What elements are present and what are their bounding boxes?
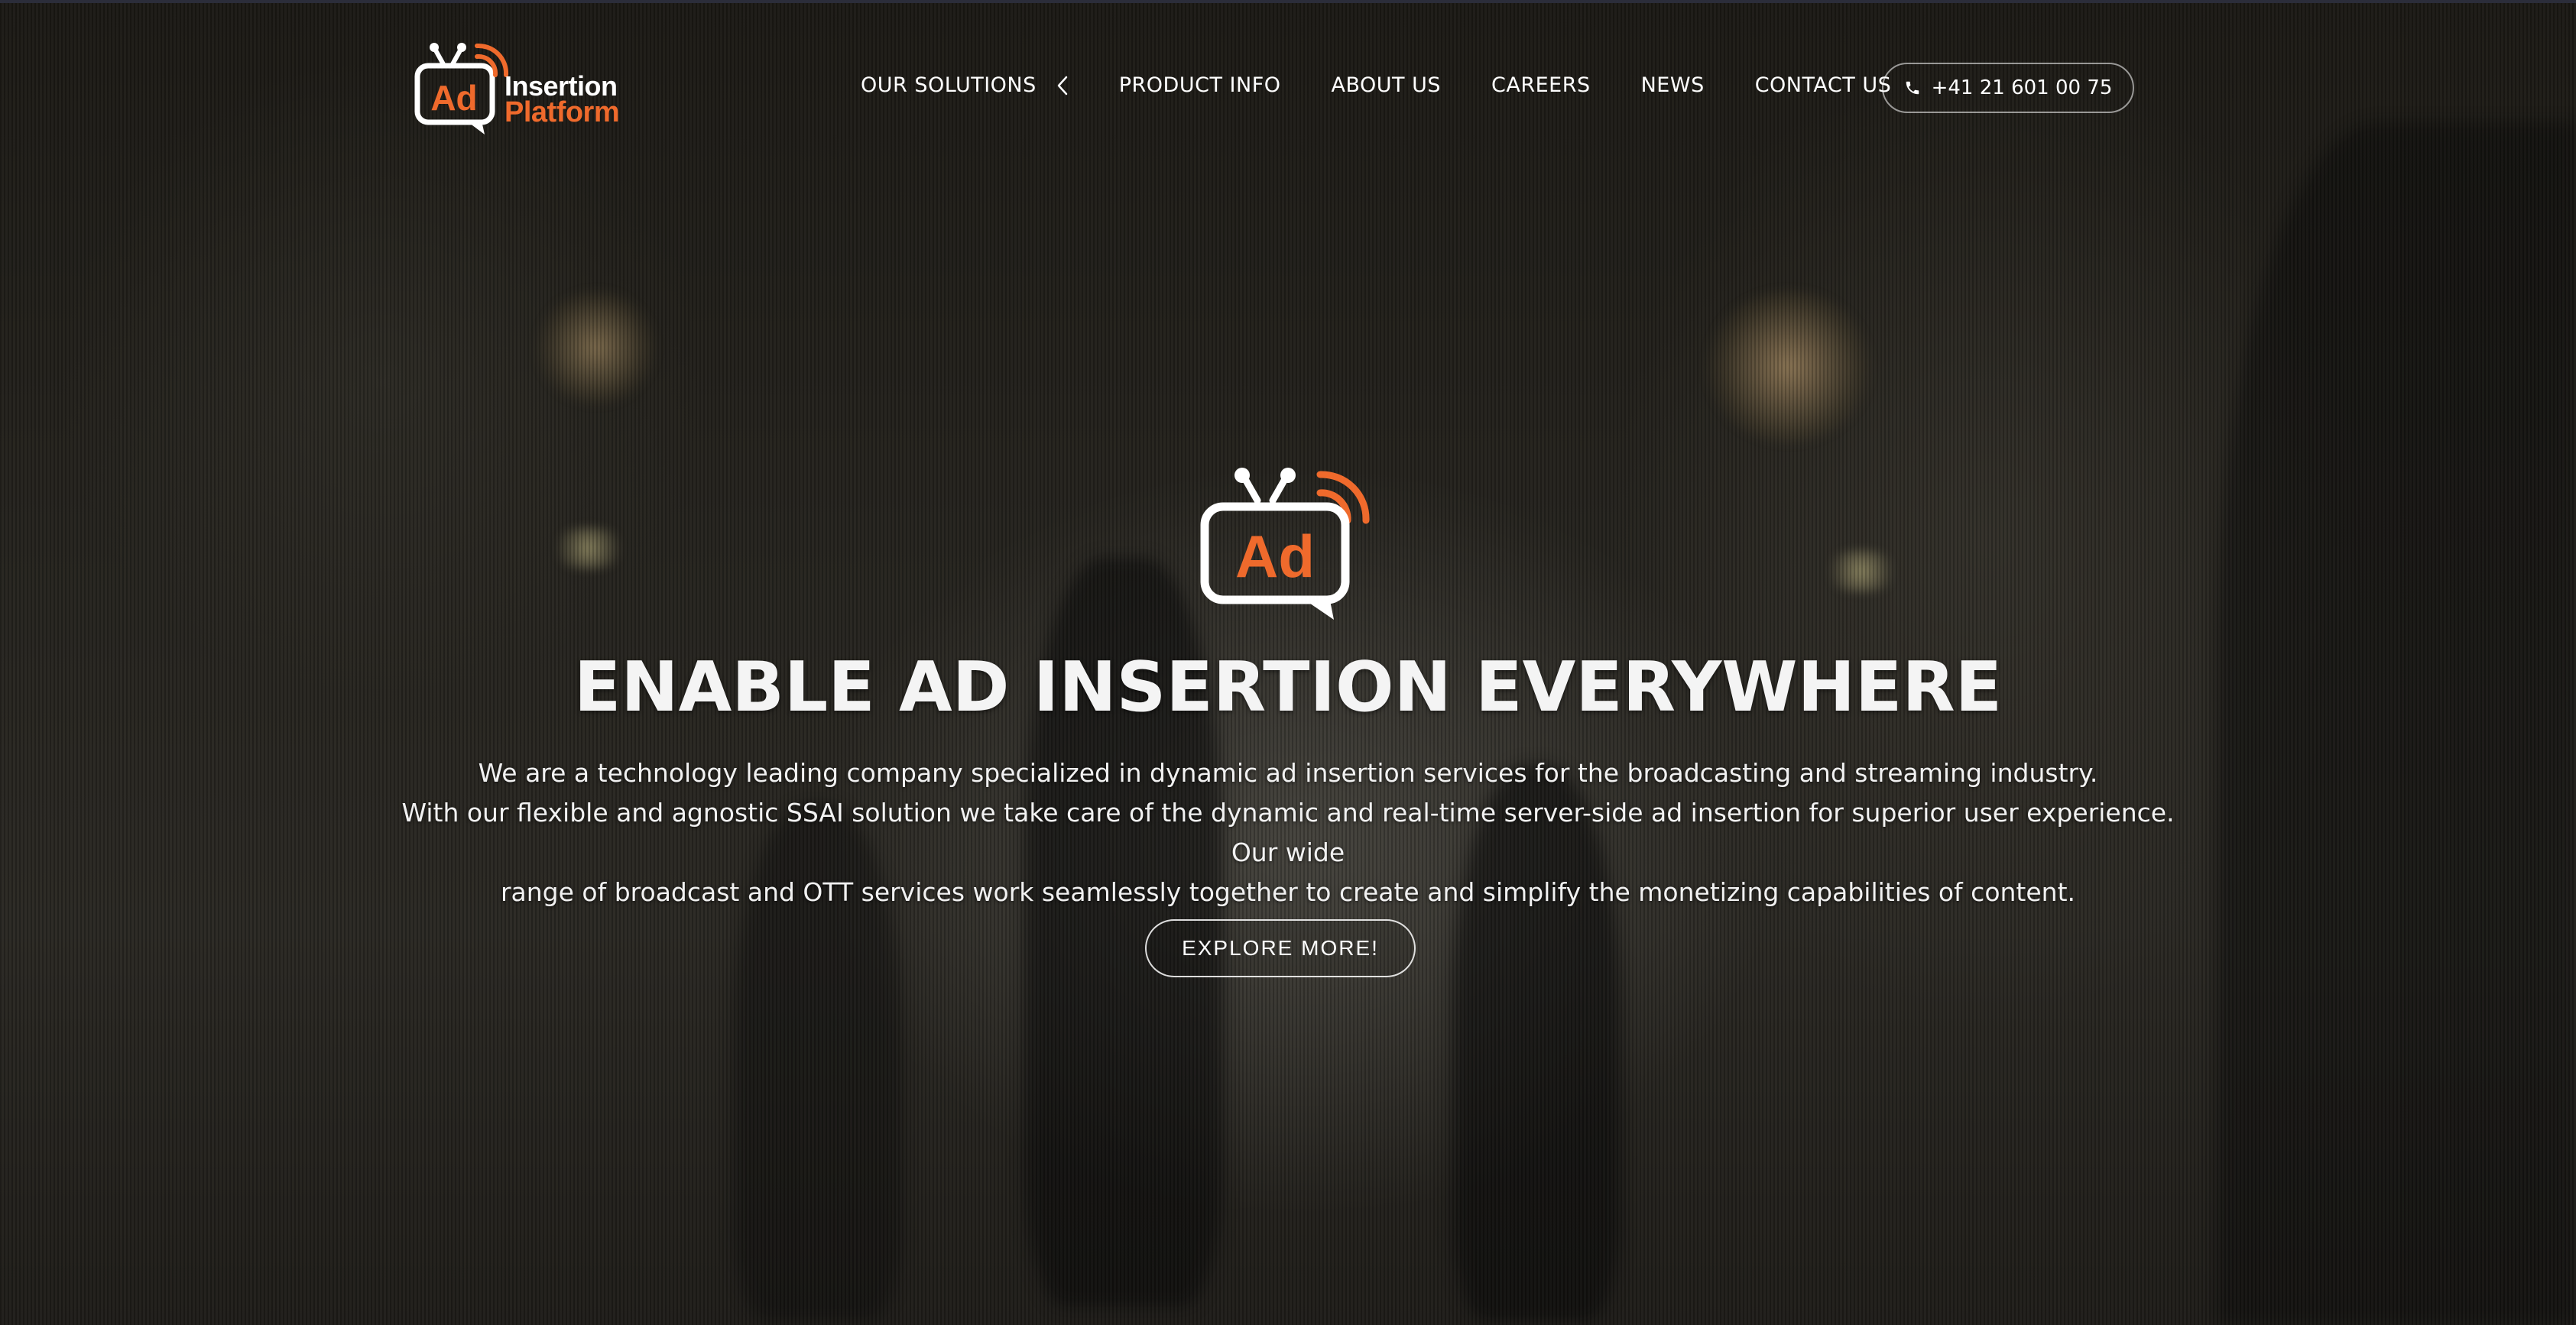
nav-item-label: NEWS xyxy=(1640,73,1705,97)
nav-item-label: PRODUCT INFO xyxy=(1118,73,1281,97)
nav-item-our-solutions[interactable]: OUR SOLUTIONS xyxy=(861,73,1069,97)
logo-word-insertion: Insertion xyxy=(504,70,618,102)
nav-item-label: OUR SOLUTIONS xyxy=(861,73,1037,97)
phone-icon xyxy=(1906,81,1919,95)
hero-logo-badge-text: Ad xyxy=(1235,523,1315,590)
nav-item-label: ABOUT US xyxy=(1331,73,1441,97)
site-header: Ad Insertion Platform OUR SOLUTIONS PROD… xyxy=(0,0,2576,177)
site-logo[interactable]: Ad Insertion Platform xyxy=(413,40,634,139)
logo-badge-text: Ad xyxy=(430,78,477,118)
logo-wordmark: Insertion Platform xyxy=(504,70,620,128)
page: Ad Insertion Platform OUR SOLUTIONS PROD… xyxy=(0,0,2576,1325)
phone-button[interactable]: +41 21 601 00 75 xyxy=(1882,63,2134,113)
main-nav: OUR SOLUTIONS PRODUCT INFO ABOUT US CARE… xyxy=(861,73,1891,97)
nav-item-news[interactable]: NEWS xyxy=(1641,73,1705,97)
nav-item-label: CONTACT US xyxy=(1754,73,1892,97)
hero-description: We are a technology leading company spec… xyxy=(390,753,2186,912)
chevron-left-icon[interactable] xyxy=(1056,75,1069,96)
nav-item-about-us[interactable]: ABOUT US xyxy=(1331,73,1441,97)
hero-description-line: With our flexible and agnostic SSAI solu… xyxy=(401,798,2175,867)
hero-description-line: We are a technology leading company spec… xyxy=(478,758,2098,788)
hero-description-line: range of broadcast and OTT services work… xyxy=(500,877,2076,907)
nav-item-label: CAREERS xyxy=(1491,73,1591,97)
nav-item-product-info[interactable]: PRODUCT INFO xyxy=(1119,73,1281,97)
explore-more-button[interactable]: EXPLORE MORE! xyxy=(1145,919,1416,977)
nav-item-contact-us[interactable]: CONTACT US xyxy=(1755,73,1892,97)
hero-logo: Ad xyxy=(1196,462,1380,623)
logo-word-platform: Platform xyxy=(504,96,620,128)
hero-title: ENABLE AD INSERTION EVERYWHERE xyxy=(573,647,2003,727)
tv-ad-icon: Ad xyxy=(1200,468,1370,620)
nav-item-careers[interactable]: CAREERS xyxy=(1491,73,1591,97)
phone-number: +41 21 601 00 75 xyxy=(1931,76,2113,99)
